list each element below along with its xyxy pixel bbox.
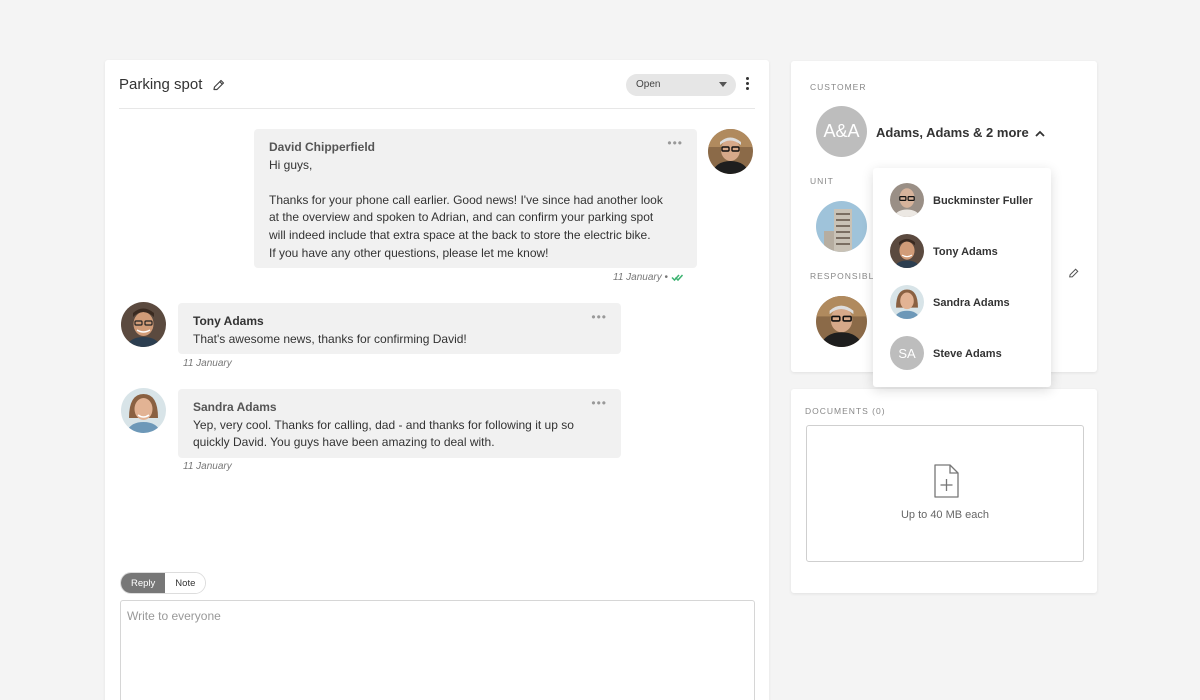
member-name: Buckminster Fuller bbox=[933, 195, 1033, 207]
customer-members-dropdown: Buckminster Fuller Tony Adams Sandra Ada… bbox=[873, 168, 1051, 387]
message-author: David Chipperfield bbox=[269, 140, 376, 154]
member-avatar bbox=[890, 234, 924, 268]
message-menu-icon[interactable]: ••• bbox=[591, 395, 607, 413]
reply-textarea[interactable]: Write to everyone bbox=[120, 600, 755, 700]
member-name: Steve Adams bbox=[933, 348, 1002, 360]
status-value: Open bbox=[636, 79, 661, 90]
chevron-down-icon bbox=[719, 82, 727, 87]
chevron-up-icon[interactable] bbox=[1035, 130, 1045, 137]
dropdown-item-member[interactable]: SA Steve Adams bbox=[890, 336, 1045, 371]
customer-avatar: A&A bbox=[816, 106, 867, 157]
edit-title-icon[interactable] bbox=[212, 79, 225, 92]
tab-reply[interactable]: Reply bbox=[121, 573, 166, 593]
meta-separator: • bbox=[664, 272, 669, 283]
message-line: quickly David. You guys have been amazin… bbox=[193, 435, 495, 450]
message-menu-icon[interactable]: ••• bbox=[667, 135, 683, 153]
documents-panel: DOCUMENTS (0) Up to 40 MB each bbox=[791, 389, 1097, 593]
member-avatar: SA bbox=[890, 336, 924, 370]
responsible-avatar[interactable] bbox=[816, 296, 867, 347]
avatar-tony-adams[interactable] bbox=[121, 302, 166, 347]
dropdown-item-member[interactable]: Tony Adams bbox=[890, 234, 1045, 269]
member-name: Tony Adams bbox=[933, 246, 998, 258]
document-upload-dropzone[interactable]: Up to 40 MB each bbox=[806, 425, 1084, 562]
read-receipt-icon bbox=[671, 274, 683, 281]
conversation-panel: Parking spot Open David Chipperfield •••… bbox=[105, 60, 769, 700]
message-date: 11 January bbox=[613, 272, 662, 283]
edit-responsible-icon[interactable] bbox=[1068, 268, 1079, 279]
unit-photo[interactable] bbox=[816, 201, 867, 252]
documents-section-label: DOCUMENTS (0) bbox=[805, 406, 886, 416]
message-line: at the overview and spoken to Adrian, an… bbox=[269, 210, 654, 225]
message-bubble: Sandra Adams ••• Yep, very cool. Thanks … bbox=[178, 389, 621, 458]
member-avatar bbox=[890, 285, 924, 319]
message-line: That's awesome news, thanks for confirmi… bbox=[193, 331, 467, 346]
message-bubble: David Chipperfield ••• Hi guys, Thanks f… bbox=[254, 129, 697, 268]
upload-hint: Up to 40 MB each bbox=[900, 509, 990, 521]
member-avatar bbox=[890, 183, 924, 217]
message-line: Thanks for your phone call earlier. Good… bbox=[269, 192, 663, 207]
more-options-icon[interactable] bbox=[746, 77, 750, 91]
avatar-david-chipperfield[interactable] bbox=[708, 129, 753, 174]
conversation-header: Parking spot Open bbox=[119, 60, 755, 109]
message-meta: 11 January • bbox=[613, 272, 683, 283]
status-dropdown[interactable]: Open bbox=[626, 74, 736, 96]
message-date: 11 January bbox=[183, 358, 232, 369]
message-line bbox=[269, 174, 682, 192]
reply-mode-toggle: Reply Note bbox=[120, 572, 207, 594]
member-name: Sandra Adams bbox=[933, 297, 1010, 309]
tab-note[interactable]: Note bbox=[165, 573, 206, 593]
message-line: will indeed include that extra space at … bbox=[269, 227, 651, 242]
message-line: Yep, very cool. Thanks for calling, dad … bbox=[193, 417, 574, 432]
message-menu-icon[interactable]: ••• bbox=[591, 309, 607, 327]
customer-section-label: CUSTOMER bbox=[810, 82, 867, 92]
message-author: Tony Adams bbox=[193, 314, 264, 328]
conversation-title: Parking spot bbox=[119, 76, 203, 93]
dropdown-item-member[interactable]: Sandra Adams bbox=[890, 285, 1045, 320]
message-line: If you have any other questions, please … bbox=[269, 245, 549, 260]
unit-section-label: UNIT bbox=[810, 176, 834, 186]
message-line: Hi guys, bbox=[269, 157, 313, 172]
avatar-sandra-adams[interactable] bbox=[121, 388, 166, 433]
add-file-icon bbox=[934, 464, 959, 498]
message-date: 11 January bbox=[183, 461, 232, 472]
customer-name[interactable]: Adams, Adams & 2 more bbox=[876, 125, 1029, 140]
message-bubble: Tony Adams ••• That's awesome news, than… bbox=[178, 303, 621, 354]
dropdown-item-member[interactable]: Buckminster Fuller bbox=[890, 183, 1045, 218]
message-author: Sandra Adams bbox=[193, 400, 277, 414]
responsible-section-label: RESPONSIBLE bbox=[810, 271, 881, 281]
